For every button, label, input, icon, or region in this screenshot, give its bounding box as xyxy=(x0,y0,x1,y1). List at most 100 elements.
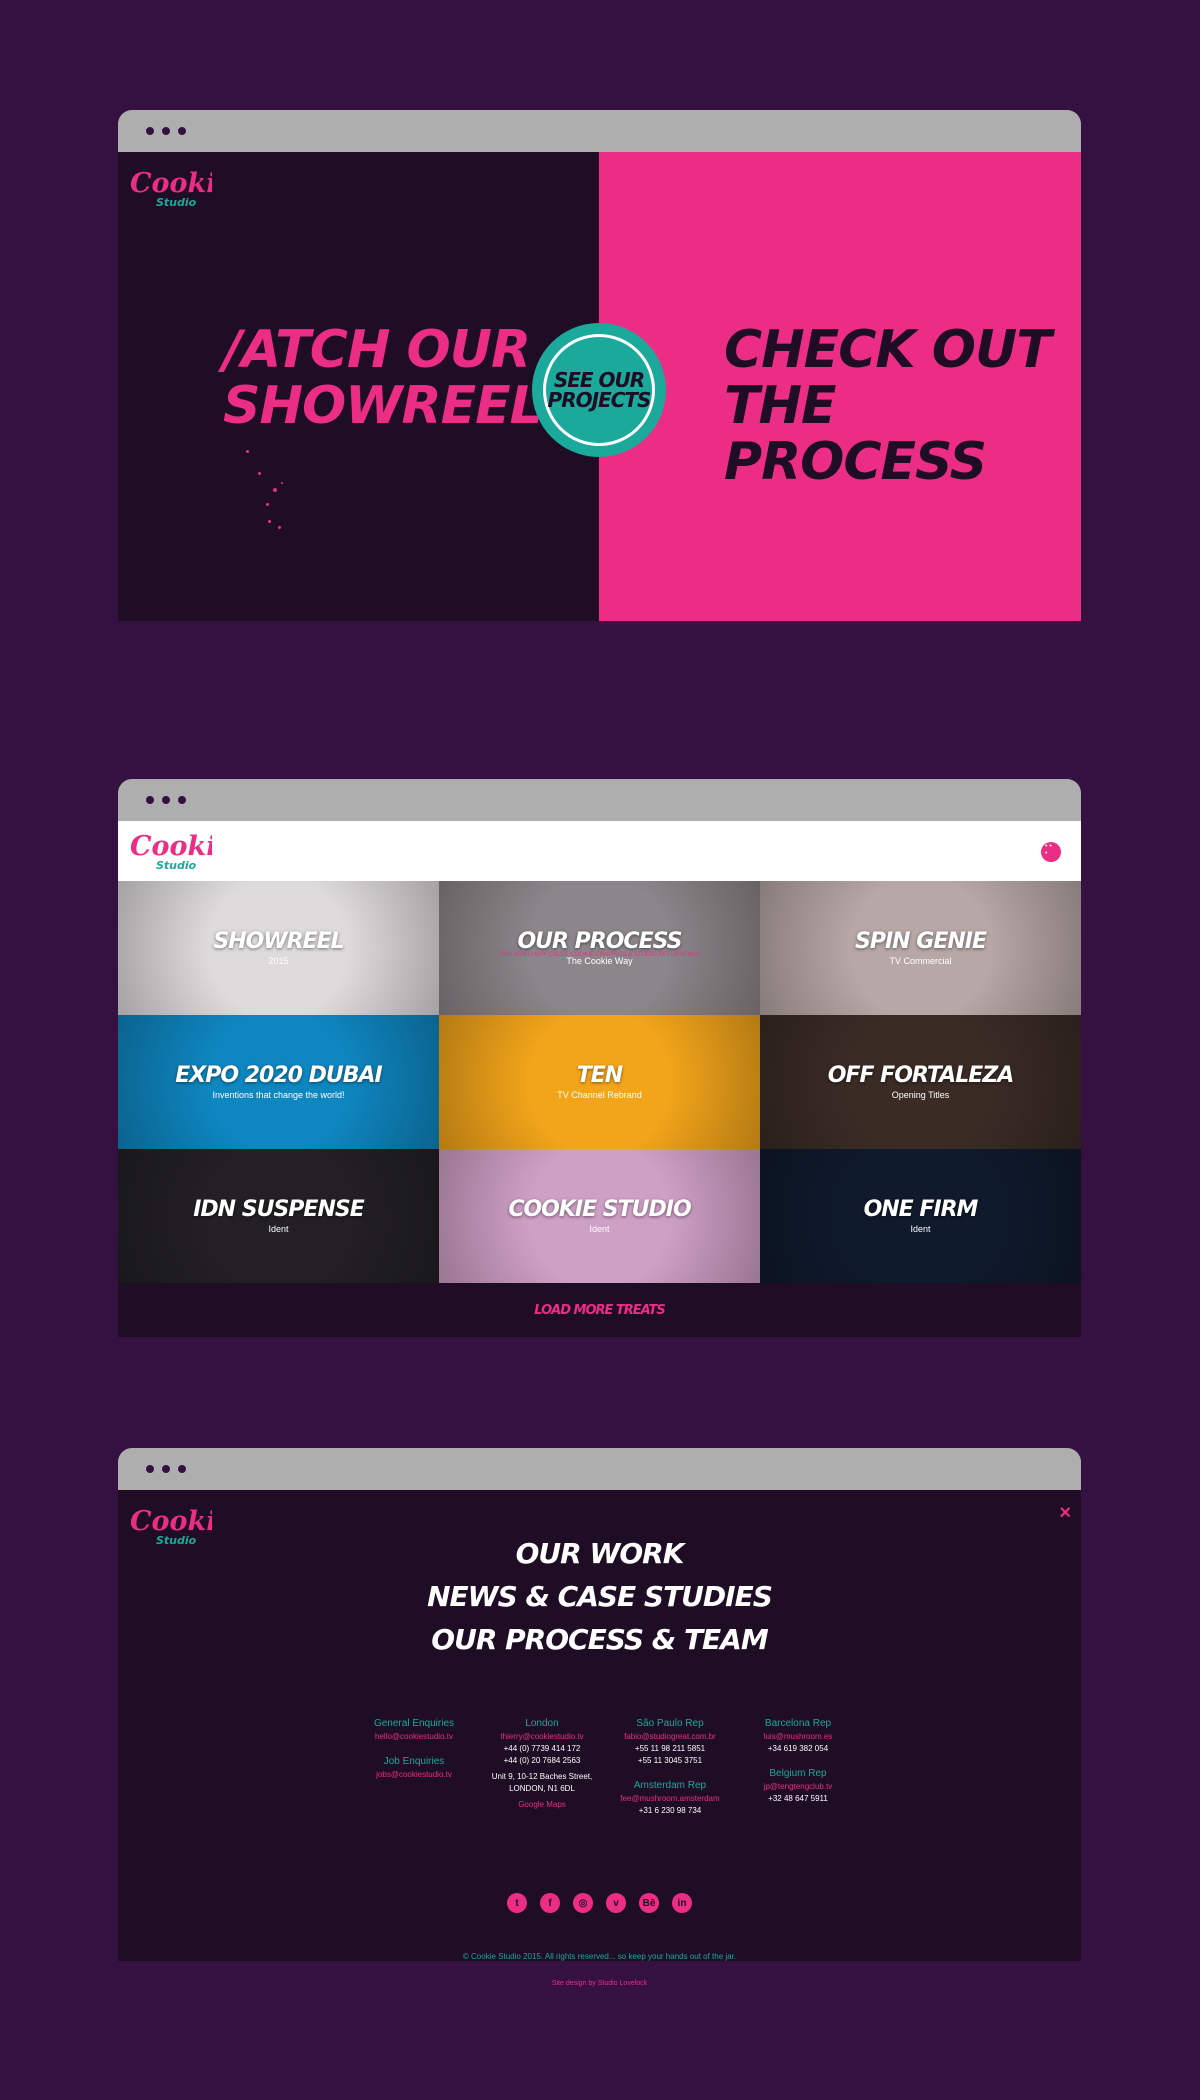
contact-link[interactable]: luis@mushroom.es xyxy=(734,1731,862,1743)
window-dot[interactable] xyxy=(162,1465,170,1473)
vimeo-icon[interactable]: v xyxy=(606,1893,626,1913)
cookie-menu-icon[interactable] xyxy=(1041,842,1061,862)
logo-sub: Studio xyxy=(156,859,197,872)
contact-column: Barcelona Rep luis@mushroom.es +34 619 382… xyxy=(734,1717,862,1817)
menu-item-process-team[interactable]: OUR PROCESS & TEAM xyxy=(118,1618,1081,1661)
site-header: Cookie Studio xyxy=(118,821,1081,881)
contact-detail: +55 11 3045 3751 xyxy=(637,1756,703,1765)
cookie-logo[interactable]: Cookie Studio xyxy=(128,162,212,212)
menu-item-news[interactable]: NEWS & CASE STUDIES xyxy=(118,1575,1081,1618)
project-tile[interactable]: OFF FORTALEZA Opening Titles xyxy=(760,1015,1081,1149)
see-projects-label: SEE OUR PROJECTS xyxy=(548,368,652,410)
contact-link[interactable]: hello@cookiestudio.tv xyxy=(350,1731,478,1743)
window-dot[interactable] xyxy=(146,1465,154,1473)
see-projects-button[interactable]: SEE OUR PROJECTS xyxy=(536,327,662,453)
process-line-1: CHECK OUT xyxy=(724,320,1052,380)
menu-overlay: Cookie Studio × OUR WORK NEWS & CASE STU… xyxy=(118,1490,1081,1987)
linkedin-icon[interactable]: in xyxy=(672,1893,692,1913)
contact-column: London thierry@cookiestudio.tv +44 (0) 773… xyxy=(478,1717,606,1817)
behance-icon[interactable]: Bē xyxy=(639,1893,659,1913)
project-subtitle: TV Commercial xyxy=(889,956,952,966)
social-links: t f ◎ v Bē in xyxy=(118,1893,1081,1913)
paint-splat xyxy=(278,526,281,529)
project-tile[interactable]: COOKIE STUDIO Ident xyxy=(439,1149,760,1283)
contact-detail: +31 6 230 98 734 xyxy=(638,1806,702,1815)
contact-heading: Amsterdam Rep xyxy=(633,1780,707,1791)
project-title: SHOWREEL xyxy=(213,929,344,954)
window-dot[interactable] xyxy=(146,796,154,804)
browser-chrome xyxy=(118,1448,1081,1490)
project-tile[interactable]: IDN SUSPENSE Ident xyxy=(118,1149,439,1283)
process-heading[interactable]: CHECK OUT THE PROCESS xyxy=(724,322,1081,490)
showreel-line-1: /ATCH OUR xyxy=(223,320,531,380)
copyright-text: © Cookie Studio 2015. All rights reserve… xyxy=(462,1952,737,1961)
badge-line-1: SEE OUR xyxy=(553,368,645,392)
contact-detail: Unit 9, 10-12 Baches Street, xyxy=(491,1772,593,1781)
project-subtitle: 2015 xyxy=(268,956,289,966)
load-more-label: LOAD MORE TREATS xyxy=(534,1302,665,1318)
contact-detail: +32 48 647 5911 xyxy=(768,1794,828,1803)
project-tile[interactable]: EXPO 2020 DUBAI Inventions that change th… xyxy=(118,1015,439,1149)
twitter-icon[interactable]: t xyxy=(507,1893,527,1913)
browser-chrome xyxy=(118,779,1081,821)
contact-link[interactable]: thierry@cookiestudio.tv xyxy=(478,1731,606,1743)
contact-detail: +34 619 382 054 xyxy=(767,1744,829,1753)
contact-detail: +55 11 98 211 5851 xyxy=(634,1744,706,1753)
window-dot[interactable] xyxy=(178,796,186,804)
contact-link[interactable]: jp@tengtengclub.tv xyxy=(734,1781,862,1793)
window-dot[interactable] xyxy=(162,796,170,804)
showreel-heading[interactable]: /ATCH OUR SHOWREEL xyxy=(223,320,543,436)
instagram-icon[interactable]: ◎ xyxy=(573,1893,593,1913)
logo-sub: Studio xyxy=(156,196,197,209)
window-dot[interactable] xyxy=(178,1465,186,1473)
logo-word: Cookie xyxy=(130,168,212,199)
contact-heading: Belgium Rep xyxy=(769,1768,827,1779)
contact-detail: +44 (0) 20 7684 2563 xyxy=(503,1756,581,1765)
project-tile[interactable]: OUR PROCESS THIS VIDEO MAY CAUSE COOKIE C… xyxy=(439,881,760,1015)
paint-splat xyxy=(268,520,271,523)
project-subtitle: Ident xyxy=(589,1224,610,1234)
project-tile[interactable]: SHOWREEL 2015 xyxy=(118,881,439,1015)
window-dot[interactable] xyxy=(162,127,170,135)
menu-item-our-work[interactable]: OUR WORK xyxy=(118,1532,1081,1575)
window-controls xyxy=(146,127,186,135)
project-subtitle: Inventions that change the world! xyxy=(212,1090,345,1100)
process-line-2: THE PROCESS xyxy=(724,376,987,492)
contact-column: São Paulo Rep fabio@studiogreat.com.br +55… xyxy=(606,1717,734,1817)
close-icon[interactable]: × xyxy=(1059,1502,1071,1525)
window-dot[interactable] xyxy=(178,127,186,135)
project-title: ONE FIRM xyxy=(863,1197,979,1222)
load-more-button[interactable]: LOAD MORE TREATS xyxy=(118,1283,1081,1337)
project-tile[interactable]: SPIN GENIE TV Commercial xyxy=(760,881,1081,1015)
process-panel[interactable]: CHECK OUT THE PROCESS xyxy=(599,152,1081,621)
project-tile[interactable]: TEN TV Channel Rebrand xyxy=(439,1015,760,1149)
showreel-line-2: SHOWREEL xyxy=(223,376,543,436)
contact-column: General Enquiries hello@cookiestudio.tv Jo… xyxy=(350,1717,478,1817)
contact-heading: São Paulo Rep xyxy=(636,1718,704,1729)
contact-heading: General Enquiries xyxy=(373,1718,455,1729)
contact-link[interactable]: Google Maps xyxy=(478,1799,606,1811)
hero-view: Cookie Studio /ATCH OUR SHOWREEL CHECK O… xyxy=(118,152,1081,621)
cookie-logo[interactable]: Cookie Studio xyxy=(128,825,212,875)
contact-link[interactable]: fee@mushroom.amsterdam xyxy=(606,1793,734,1805)
paint-splat xyxy=(258,472,261,475)
project-title: OFF FORTALEZA xyxy=(827,1063,1014,1088)
project-tile[interactable]: ONE FIRM Ident xyxy=(760,1149,1081,1283)
contact-link[interactable]: fabio@studiogreat.com.br xyxy=(606,1731,734,1743)
project-title: COOKIE STUDIO xyxy=(508,1197,691,1222)
browser-window-projects: Cookie Studio SHOWREEL 2015 OUR PROCESSTHI… xyxy=(118,779,1081,1337)
site-credit-link[interactable]: Site design by Studio Lovelock xyxy=(118,1980,1081,1987)
showreel-panel[interactable]: Cookie Studio /ATCH OUR SHOWREEL xyxy=(118,152,599,621)
contact-section: General Enquiries hello@cookiestudio.tv Jo… xyxy=(350,1717,862,1817)
contact-detail: LONDON, N1 6DL xyxy=(509,1784,575,1793)
window-dot[interactable] xyxy=(146,127,154,135)
logo-word: Cookie xyxy=(130,831,212,862)
project-title: OUR PROCESS xyxy=(517,929,682,954)
project-title: EXPO 2020 DUBAI xyxy=(175,1063,382,1088)
facebook-icon[interactable]: f xyxy=(540,1893,560,1913)
contact-link[interactable]: jobs@cookiestudio.tv xyxy=(350,1769,478,1781)
project-subtitle: The Cookie Way xyxy=(566,956,633,966)
project-title: TEN xyxy=(576,1063,623,1088)
